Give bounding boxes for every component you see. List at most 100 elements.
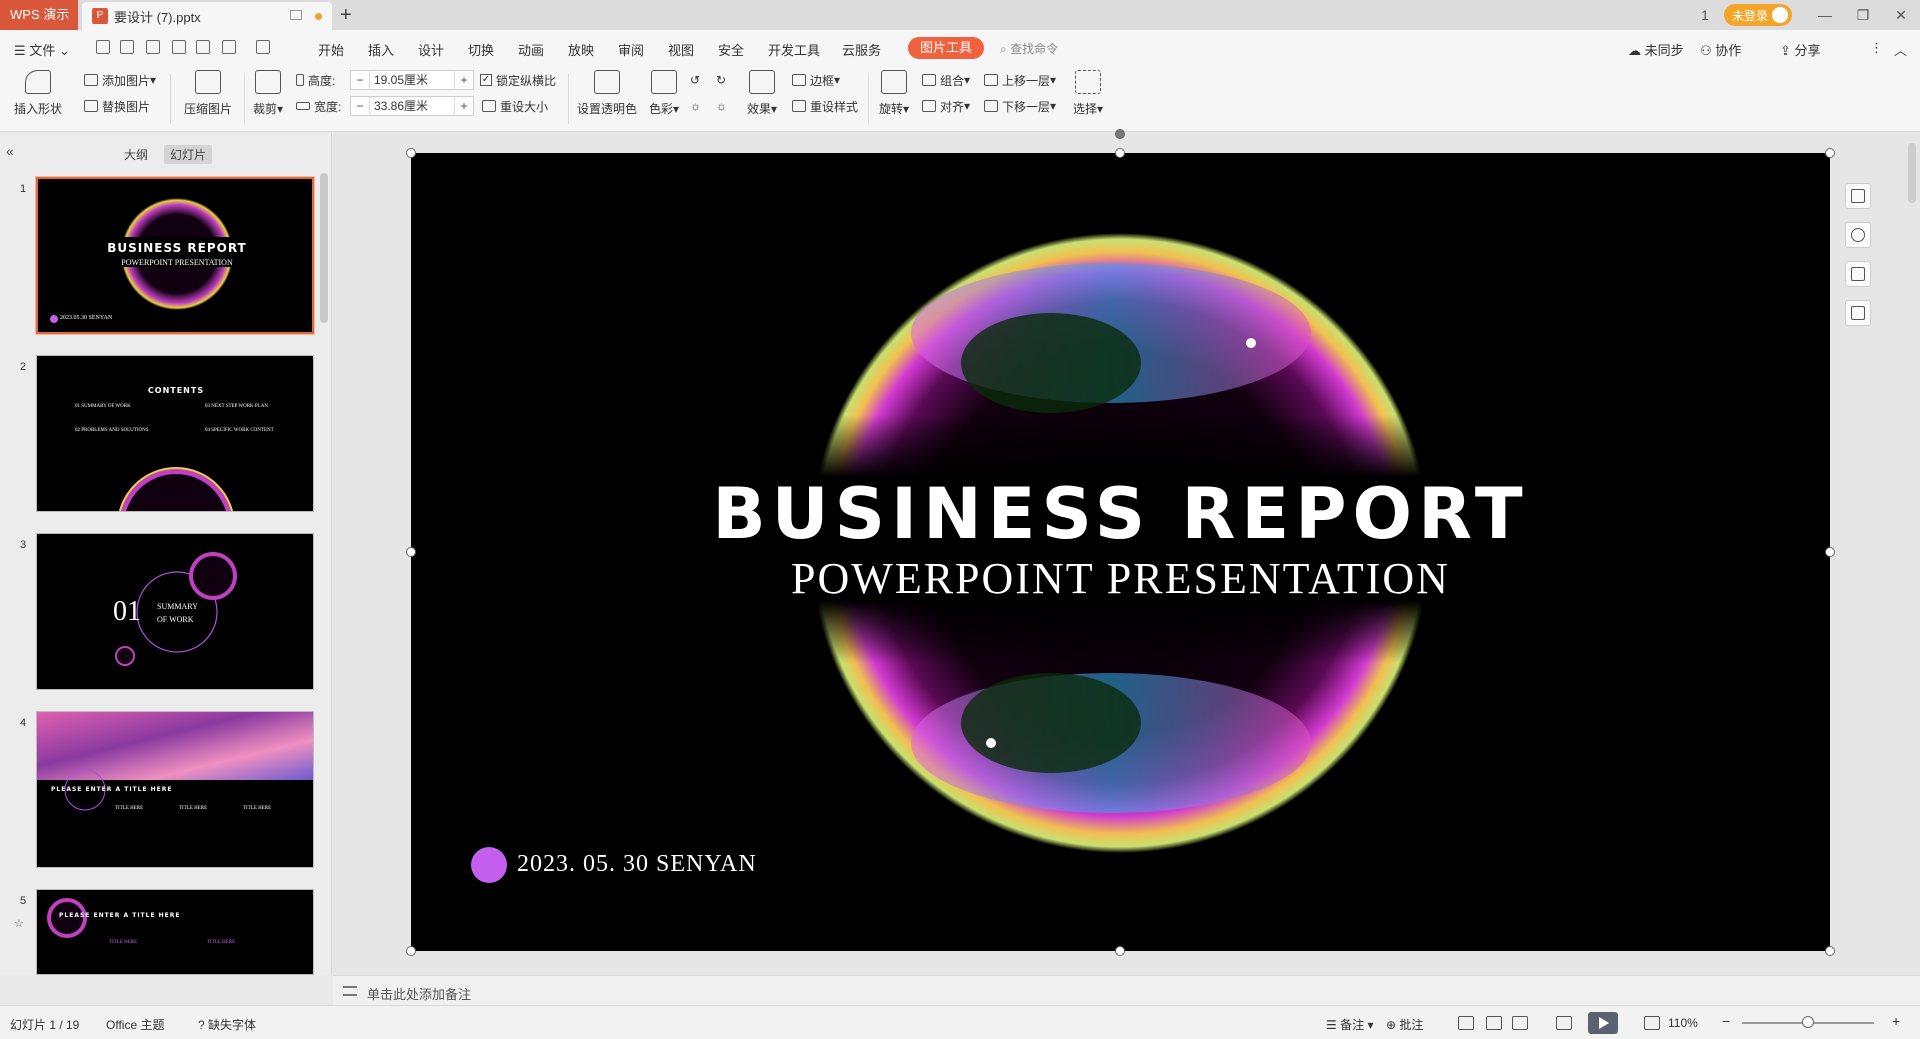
login-button[interactable]: 未登录 xyxy=(1723,4,1792,26)
slide-subtitle[interactable]: POWERPOINT PRESENTATION xyxy=(411,553,1830,604)
group-button[interactable]: 组合 ▾ xyxy=(922,70,970,90)
undo-icon[interactable] xyxy=(222,40,236,54)
print-icon[interactable] xyxy=(172,40,186,54)
restore-button[interactable]: ❐ xyxy=(1844,7,1882,24)
brightness-up-icon[interactable]: ☼ xyxy=(690,96,701,116)
presenter-icon[interactable] xyxy=(1556,1016,1572,1030)
canvas-scrollbar[interactable] xyxy=(1908,143,1916,203)
set-transparent-button[interactable]: 设置透明色 xyxy=(574,70,640,117)
zoom-button[interactable] xyxy=(1845,222,1871,248)
replace-picture-button[interactable]: 替换图片 xyxy=(84,96,150,116)
compress-picture-button[interactable]: 压缩图片 xyxy=(180,70,236,117)
resize-handle[interactable] xyxy=(1825,946,1835,956)
sync-status[interactable]: ☁ 未同步 xyxy=(1628,40,1684,59)
resize-handle[interactable] xyxy=(406,148,416,158)
minimize-button[interactable]: — xyxy=(1806,7,1844,23)
height-increase[interactable]: + xyxy=(455,73,473,87)
tab-developer[interactable]: 开发工具 xyxy=(768,40,820,59)
layers-button[interactable] xyxy=(1845,183,1871,209)
color-button[interactable]: 色彩▾ xyxy=(644,70,684,117)
notes-toggle-button[interactable]: ☰ 备注 ▾ xyxy=(1326,1016,1373,1033)
notes-pane[interactable]: 单击此处添加备注 xyxy=(333,975,1920,1005)
brightness-down-icon[interactable]: ☼ xyxy=(716,96,727,116)
share-button[interactable]: ⇪ 分享 xyxy=(1780,40,1821,59)
slide-thumbnail-2[interactable]: CONTENTS 01 SUMMARY OF WORK 03 NEXT STEP… xyxy=(36,355,314,512)
crop-tool-button[interactable] xyxy=(1845,261,1871,287)
new-tab-button[interactable]: + xyxy=(340,4,352,26)
tab-picture-tools[interactable]: 图片工具 xyxy=(908,37,984,59)
rotate-right-icon[interactable]: ↻ xyxy=(716,70,726,90)
width-value[interactable]: 33.86厘米 xyxy=(369,97,455,115)
lock-ratio-checkbox[interactable]: ✓ 锁定纵横比 xyxy=(480,70,556,90)
close-button[interactable]: ✕ xyxy=(1882,7,1920,24)
send-backward-button[interactable]: 下移一层 ▾ xyxy=(984,96,1056,116)
slide-date-author[interactable]: 2023. 05. 30 SENYAN xyxy=(517,851,757,878)
collaborate-button[interactable]: ⚇ 协作 xyxy=(1700,40,1741,59)
edit-picture-button[interactable] xyxy=(1845,300,1871,326)
slide-thumbnail-4[interactable]: PLEASE ENTER A TITLE HERE TITLE HERE TIT… xyxy=(36,711,314,868)
resize-handle[interactable] xyxy=(406,946,416,956)
command-search[interactable]: ⌕ 查找命令 xyxy=(1000,40,1058,57)
save-icon[interactable] xyxy=(120,40,134,54)
wps-app-tab[interactable]: WPS 演示 xyxy=(0,0,78,30)
sorter-view-icon[interactable] xyxy=(1486,1016,1502,1030)
tab-review[interactable]: 审阅 xyxy=(618,40,644,59)
more-icon[interactable]: ⋮ xyxy=(1870,40,1883,56)
slide-title[interactable]: BUSINESS REPORT xyxy=(411,473,1830,555)
resize-handle[interactable] xyxy=(1825,547,1835,557)
file-menu[interactable]: ☰ 文件 ⌄ xyxy=(14,40,70,59)
tab-start[interactable]: 开始 xyxy=(318,40,344,59)
resize-handle[interactable] xyxy=(1825,148,1835,158)
tab-animation[interactable]: 动画 xyxy=(518,40,544,59)
play-slideshow-button[interactable] xyxy=(1588,1012,1618,1034)
reset-style-button[interactable]: 重设样式 xyxy=(792,96,858,116)
sidebar-scrollbar[interactable] xyxy=(320,173,328,323)
height-stepper[interactable]: −19.05厘米 + xyxy=(350,70,474,90)
zoom-out-button[interactable]: − xyxy=(1722,1013,1730,1029)
slide-thumbnail-5[interactable]: PLEASE ENTER A TITLE HERE TITLE HERE TIT… xyxy=(36,889,314,975)
slide-thumbnail-3[interactable]: 01 SUMMARY OF WORK xyxy=(36,533,314,690)
effects-button[interactable]: 效果▾ xyxy=(742,70,782,117)
resize-handle[interactable] xyxy=(406,547,416,557)
collapse-sidebar-icon[interactable]: « xyxy=(6,143,14,159)
theme-name[interactable]: Office 主题 xyxy=(106,1016,164,1033)
tab-design[interactable]: 设计 xyxy=(418,40,444,59)
height-decrease[interactable]: − xyxy=(351,73,369,87)
resize-handle[interactable] xyxy=(1115,148,1125,158)
insert-shape-button[interactable]: 插入形状 xyxy=(10,70,66,117)
border-button[interactable]: 边框 ▾ xyxy=(792,70,840,90)
crop-button[interactable]: 裁剪▾ xyxy=(248,70,288,117)
reset-size-button[interactable]: 重设大小 xyxy=(482,96,548,116)
rotate-handle[interactable] xyxy=(1115,129,1125,139)
tab-security[interactable]: 安全 xyxy=(718,40,744,59)
notes-placeholder[interactable]: 单击此处添加备注 xyxy=(367,984,471,1003)
missing-fonts-button[interactable]: ? 缺失字体 xyxy=(198,1016,256,1033)
accent-dot-icon[interactable] xyxy=(471,847,507,883)
width-increase[interactable]: + xyxy=(455,99,473,113)
document-tab[interactable]: P 要设计 (7).pptx xyxy=(82,2,332,30)
open-icon[interactable] xyxy=(96,40,110,54)
tab-slides[interactable]: 幻灯片 xyxy=(164,145,213,164)
window-layout-button[interactable]: 1 xyxy=(1686,7,1724,23)
comments-button[interactable]: ⊕ 批注 xyxy=(1386,1016,1423,1033)
tab-window-icon[interactable] xyxy=(290,10,302,20)
select-button[interactable]: 选择▾ xyxy=(1068,70,1108,117)
zoom-in-button[interactable]: + xyxy=(1892,1013,1900,1029)
collapse-ribbon-icon[interactable]: ︿ xyxy=(1894,40,1907,59)
bring-forward-button[interactable]: 上移一层 ▾ xyxy=(984,70,1056,90)
zoom-level[interactable]: 110% xyxy=(1668,1016,1698,1030)
zoom-slider-knob[interactable] xyxy=(1802,1016,1814,1028)
add-picture-button[interactable]: 添加图片 ▾ xyxy=(84,70,156,90)
normal-view-icon[interactable] xyxy=(1458,1016,1474,1030)
tab-view[interactable]: 视图 xyxy=(668,40,694,59)
slide-1[interactable]: BUSINESS REPORT POWERPOINT PRESENTATION … xyxy=(411,153,1830,951)
width-decrease[interactable]: − xyxy=(351,99,369,113)
align-button[interactable]: 对齐 ▾ xyxy=(922,96,970,116)
redo-icon[interactable] xyxy=(256,40,270,54)
width-stepper[interactable]: −33.86厘米 + xyxy=(350,96,474,116)
reading-view-icon[interactable] xyxy=(1512,1016,1528,1030)
tab-insert[interactable]: 插入 xyxy=(368,40,394,59)
tab-slideshow[interactable]: 放映 xyxy=(568,40,594,59)
fit-window-icon[interactable] xyxy=(1644,1016,1660,1030)
tab-transition[interactable]: 切换 xyxy=(468,40,494,59)
